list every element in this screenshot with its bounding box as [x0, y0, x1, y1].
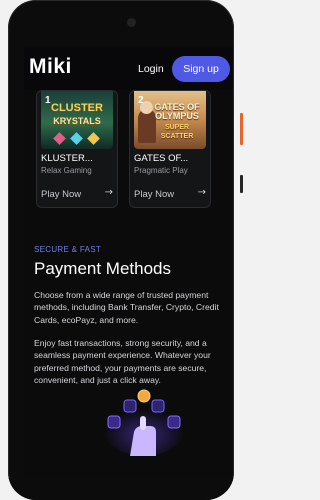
game-rank: 1 — [45, 95, 51, 106]
game-card[interactable]: 1 CLUSTER KRYSTALS KLUSTER... Relax Gami… — [36, 90, 118, 208]
volume-button — [240, 175, 243, 193]
game-provider: Relax Gaming — [41, 166, 92, 175]
payment-illustration — [104, 389, 184, 456]
section-eyebrow: SECURE & FAST — [34, 245, 102, 254]
site-header: Miki Login Sign up — [24, 46, 233, 90]
play-now-link[interactable]: Play Now — [134, 189, 174, 200]
game-provider: Pragmatic Play — [134, 166, 188, 175]
section-heading: Payment Methods — [34, 259, 172, 278]
phone-frame: Miki Login Sign up 1 CLUSTER KRYSTALS KL… — [8, 0, 234, 500]
card-icon — [123, 399, 137, 413]
gem-icon — [70, 132, 83, 145]
card-icon — [107, 415, 121, 429]
game-thumbnail[interactable]: 1 CLUSTER KRYSTALS — [41, 91, 113, 149]
game-rank: 2 — [138, 95, 144, 106]
game-title: GATES OF... — [134, 153, 189, 164]
play-now-link[interactable]: Play Now — [41, 189, 81, 200]
login-link[interactable]: Login — [138, 63, 164, 75]
bottom-bezel — [8, 478, 234, 500]
logo[interactable]: Miki — [29, 55, 72, 79]
coin-icon — [137, 389, 151, 403]
arrow-right-icon[interactable]: → — [105, 187, 113, 198]
game-title: KLUSTER... — [41, 153, 93, 164]
screen: Miki Login Sign up 1 CLUSTER KRYSTALS KL… — [24, 46, 233, 492]
gem-icon — [53, 132, 66, 145]
card-icon — [151, 399, 165, 413]
game-thumbnail[interactable]: 2 GATES OF OLYMPUS SUPER SCATTER — [134, 91, 206, 149]
camera-icon — [127, 18, 136, 27]
game-card[interactable]: 2 GATES OF OLYMPUS SUPER SCATTER GATES O… — [129, 90, 211, 208]
signup-button[interactable]: Sign up — [172, 56, 230, 82]
section-paragraph: Enjoy fast transactions, strong security… — [34, 338, 211, 386]
arrow-right-icon[interactable]: → — [198, 187, 206, 198]
game-thumbnail-title: CLUSTER KRYSTALS — [51, 102, 103, 127]
gem-icon — [87, 132, 100, 145]
section-paragraph: Choose from a wide range of trusted paym… — [34, 290, 219, 325]
card-icon — [167, 415, 181, 429]
power-button — [240, 113, 243, 145]
game-thumbnail-title: GATES OF OLYMPUS SUPER SCATTER — [154, 102, 200, 141]
